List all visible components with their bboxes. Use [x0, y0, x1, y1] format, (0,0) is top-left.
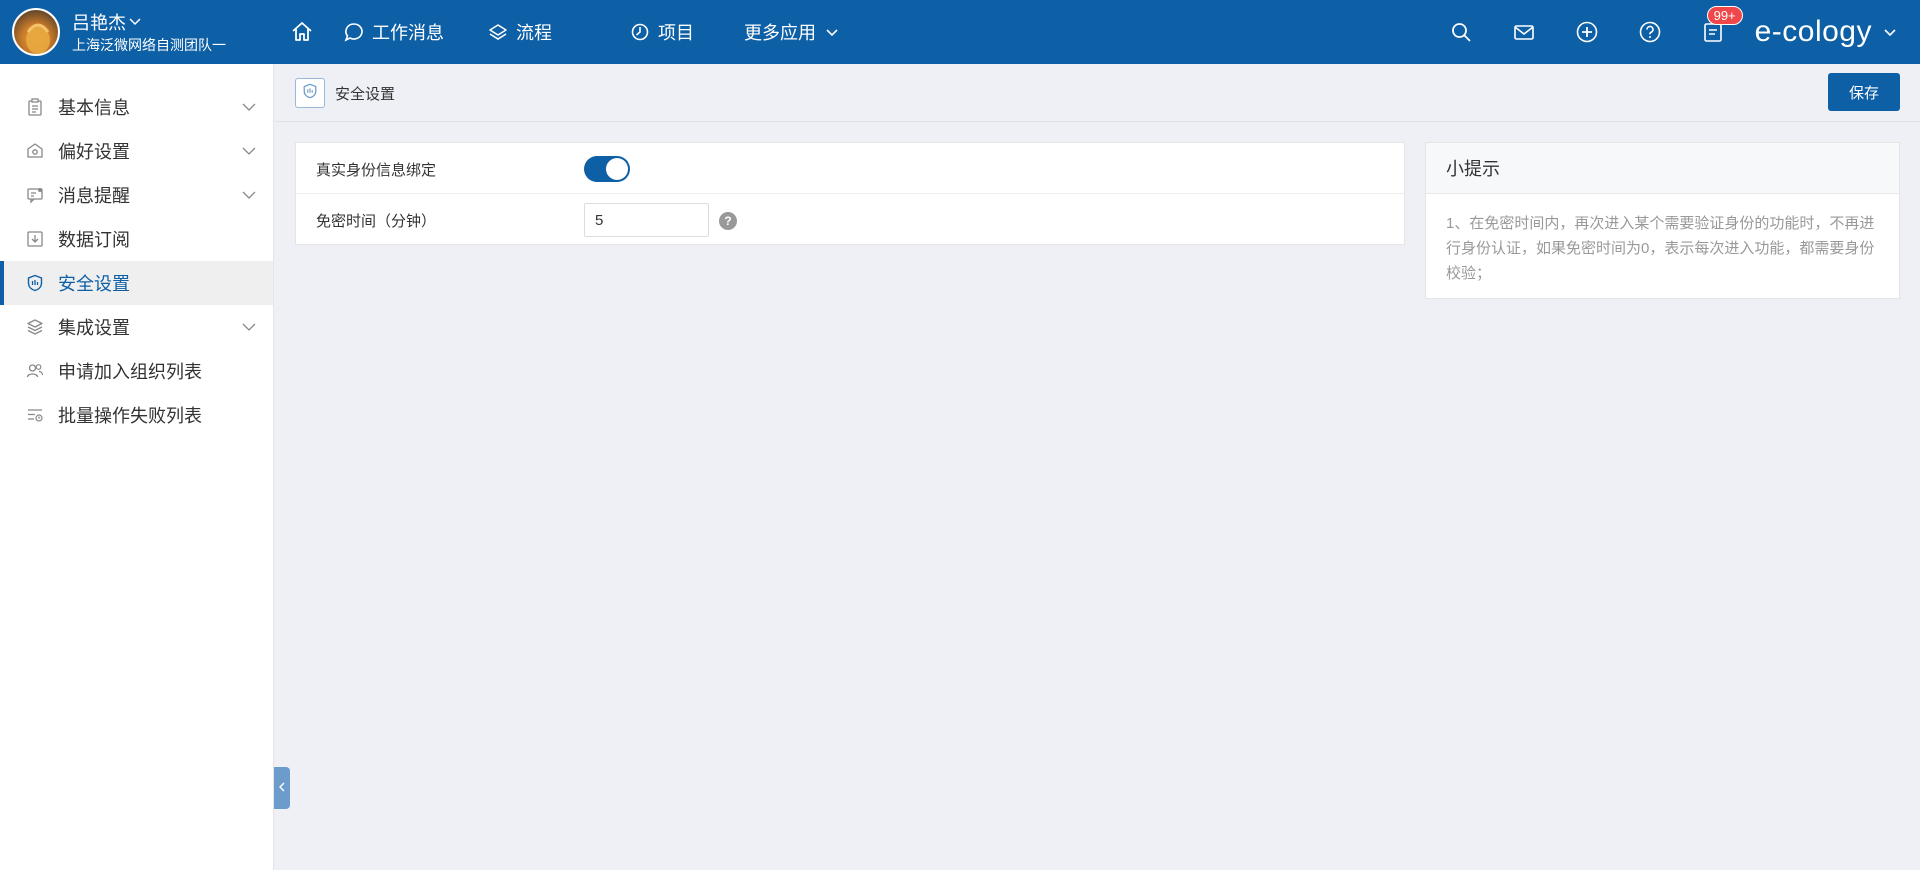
- password-free-time-input[interactable]: [584, 203, 709, 237]
- chevron-down-icon: [241, 143, 257, 164]
- form-row-password-free-time: 免密时间（分钟） ?: [296, 194, 1404, 245]
- save-button[interactable]: 保存: [1828, 73, 1900, 111]
- chevron-down-icon: [128, 15, 142, 29]
- preference-icon: [26, 142, 44, 160]
- main-nav: 工作消息 流程 项目 更多应用: [290, 0, 840, 64]
- sidebar: 基本信息 偏好设置 消息提醒 数据订阅 安全设置 集成设置 申请加入组织列表 批…: [0, 64, 274, 870]
- stack-icon: [26, 318, 44, 336]
- page-header: 安全设置 保存: [275, 64, 1920, 122]
- sidebar-menu: 基本信息 偏好设置 消息提醒 数据订阅 安全设置 集成设置 申请加入组织列表 批…: [0, 85, 273, 437]
- chevron-down-icon: [241, 99, 257, 120]
- chevron-left-icon: [277, 781, 287, 796]
- top-bar: 吕艳杰 上海泛微网络自测团队一 工作消息 流程 项目 更多应用 99+ e-co…: [0, 0, 1920, 64]
- page-title: 安全设置: [335, 86, 396, 103]
- chat-icon: [344, 22, 364, 42]
- user-name-dropdown[interactable]: 吕艳杰: [72, 9, 142, 35]
- list-icon: [26, 406, 44, 424]
- sidebar-item-join-org-requests[interactable]: 申请加入组织列表: [0, 349, 273, 393]
- plus-circle-icon[interactable]: [1575, 20, 1599, 44]
- avatar[interactable]: [12, 8, 60, 56]
- sidebar-item-label: 基本信息: [58, 98, 130, 118]
- sidebar-item-basic-info[interactable]: 基本信息: [0, 85, 273, 129]
- sidebar-item-label: 数据订阅: [58, 230, 130, 250]
- top-right-actions: 99+ e-cology: [1410, 0, 1920, 64]
- notification-icon[interactable]: 99+: [1701, 6, 1743, 44]
- chevron-down-icon: [1882, 24, 1898, 40]
- identity-binding-label: 真实身份信息绑定: [316, 162, 437, 179]
- nav-workflow[interactable]: 流程: [488, 19, 552, 45]
- home-icon: [290, 20, 314, 44]
- notification-badge: 99+: [1706, 6, 1743, 25]
- nav-project[interactable]: 项目: [630, 19, 694, 45]
- project-icon: [630, 22, 650, 42]
- user-name: 吕艳杰: [72, 13, 126, 33]
- nav-work-message[interactable]: 工作消息: [344, 19, 444, 45]
- nav-workflow-label: 流程: [516, 23, 552, 43]
- security-form: 真实身份信息绑定 免密时间（分钟） ?: [295, 142, 1405, 245]
- chevron-down-icon: [241, 319, 257, 340]
- message-icon: [26, 186, 44, 204]
- brand-logo: e-cology: [1754, 15, 1872, 48]
- sidebar-item-label: 安全设置: [58, 274, 130, 294]
- help-icon[interactable]: ?: [719, 212, 737, 230]
- form-row-identity-binding: 真实身份信息绑定: [296, 143, 1404, 194]
- sidebar-item-label: 偏好设置: [58, 142, 130, 162]
- help-circle-icon[interactable]: [1638, 20, 1662, 44]
- sidebar-item-security-settings[interactable]: 安全设置: [0, 261, 273, 305]
- sidebar-item-label: 集成设置: [58, 318, 130, 338]
- sidebar-collapse-handle[interactable]: [274, 767, 290, 809]
- password-free-time-label: 免密时间（分钟）: [316, 213, 437, 230]
- user-org: 上海泛微网络自测团队一: [72, 37, 226, 53]
- tips-body: 1、在免密时间内，再次进入某个需要验证身份的功能时，不再进行身份认证，如果免密时…: [1446, 215, 1875, 282]
- sidebar-item-batch-failures[interactable]: 批量操作失败列表: [0, 393, 273, 437]
- tips-panel: 小提示 1、在免密时间内，再次进入某个需要验证身份的功能时，不再进行身份认证，如…: [1425, 142, 1900, 299]
- chevron-down-icon: [824, 24, 840, 40]
- sidebar-item-label: 批量操作失败列表: [58, 406, 202, 426]
- chevron-down-icon: [241, 187, 257, 208]
- mail-icon[interactable]: [1512, 20, 1536, 44]
- subscribe-icon: [26, 230, 44, 248]
- brand-switcher[interactable]: e-cology: [1755, 15, 1898, 49]
- nav-work-message-label: 工作消息: [372, 23, 444, 43]
- layers-icon: [488, 22, 508, 42]
- nav-more-apps-label: 更多应用: [744, 23, 816, 43]
- sidebar-item-label: 申请加入组织列表: [58, 362, 202, 382]
- tips-title: 小提示: [1426, 143, 1899, 194]
- clipboard-icon: [26, 98, 44, 116]
- nav-project-label: 项目: [658, 23, 694, 43]
- identity-binding-toggle[interactable]: [584, 156, 630, 182]
- shield-icon: [26, 274, 44, 292]
- nav-home[interactable]: [290, 20, 314, 44]
- users-icon: [26, 362, 44, 380]
- search-icon[interactable]: [1449, 20, 1473, 44]
- sidebar-item-integration-settings[interactable]: 集成设置: [0, 305, 273, 349]
- sidebar-item-preferences[interactable]: 偏好设置: [0, 129, 273, 173]
- sidebar-item-message-reminder[interactable]: 消息提醒: [0, 173, 273, 217]
- nav-more-apps[interactable]: 更多应用: [744, 19, 840, 45]
- sidebar-item-label: 消息提醒: [58, 186, 130, 206]
- shield-icon: [302, 83, 318, 104]
- sidebar-item-data-subscription[interactable]: 数据订阅: [0, 217, 273, 261]
- toggle-knob: [606, 158, 628, 180]
- page-icon: [295, 78, 325, 108]
